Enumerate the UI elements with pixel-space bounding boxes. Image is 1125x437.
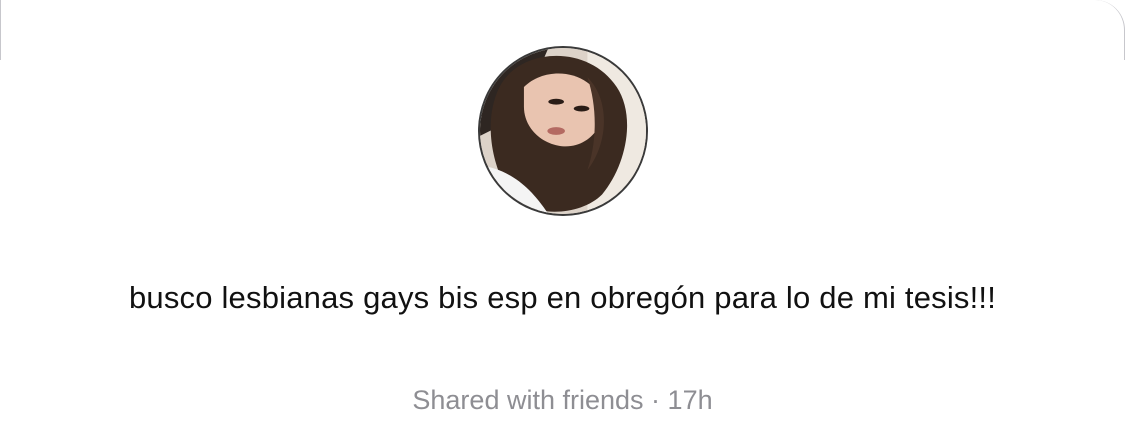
post-text: busco lesbianas gays bis esp en obregón …	[128, 280, 997, 315]
post-time: 17h	[667, 385, 713, 415]
card-border-right	[1084, 0, 1125, 60]
profile-photo-icon	[480, 48, 646, 214]
audience-label[interactable]: Shared with friends	[412, 385, 643, 415]
avatar[interactable]	[478, 46, 648, 216]
post-meta: Shared with friends · 17h	[0, 380, 1125, 420]
meta-separator: ·	[651, 385, 661, 415]
post-card: busco lesbianas gays bis esp en obregón …	[0, 0, 1125, 437]
card-border-left	[0, 0, 41, 60]
